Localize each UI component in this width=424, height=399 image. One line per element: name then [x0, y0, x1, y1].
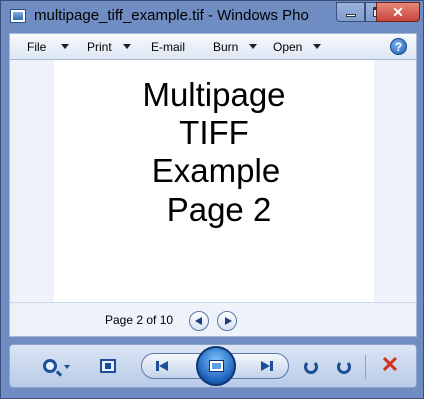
document-line-2: TIFF — [179, 114, 249, 151]
previous-page-button[interactable] — [189, 311, 209, 331]
close-button[interactable]: ✕ — [376, 2, 420, 22]
title-bar[interactable]: multipage_tiff_example.tif - Windows Pho… — [1, 1, 423, 32]
previous-page-icon — [195, 317, 202, 325]
document-line-4: Page 2 — [166, 191, 272, 228]
minimize-button[interactable] — [336, 2, 365, 22]
minimize-icon — [346, 14, 356, 17]
file-menu-arrow-icon[interactable] — [61, 44, 69, 49]
open-menu[interactable]: Open — [273, 40, 302, 56]
zoom-icon[interactable] — [43, 359, 57, 373]
help-icon[interactable]: ? — [390, 38, 407, 55]
file-menu[interactable]: File — [27, 40, 46, 56]
command-bar: File Print E-mail Burn Open ? — [9, 33, 417, 60]
zoom-dropdown-arrow-icon[interactable] — [64, 365, 70, 369]
slideshow-icon — [209, 360, 224, 372]
print-menu[interactable]: Print — [87, 40, 112, 56]
page-indicator: Page 2 of 10 — [105, 313, 174, 327]
toolbar-divider — [365, 355, 366, 379]
delete-icon[interactable]: ✕ — [378, 353, 402, 377]
open-menu-arrow-icon[interactable] — [313, 44, 321, 49]
document-line-3: Example — [151, 152, 281, 189]
page-status-bar: Page 2 of 10 — [9, 302, 417, 337]
photo-viewer-app-icon — [10, 9, 26, 23]
previous-image-icon[interactable] — [156, 361, 168, 371]
actual-size-icon[interactable] — [100, 359, 116, 373]
next-page-button[interactable] — [217, 311, 237, 331]
next-image-icon[interactable] — [261, 361, 273, 371]
rotate-counterclockwise-icon[interactable] — [304, 360, 318, 374]
photo-viewer-window: multipage_tiff_example.tif - Windows Pho… — [0, 0, 424, 399]
print-menu-arrow-icon[interactable] — [123, 44, 131, 49]
email-button[interactable]: E-mail — [151, 40, 185, 56]
document-line-1: Multipage — [142, 76, 286, 113]
rotate-clockwise-icon[interactable] — [337, 360, 351, 374]
playback-toolbar: ✕ — [9, 344, 417, 388]
slideshow-button[interactable] — [196, 346, 236, 386]
document-page: Multipage TIFF Example Page 2 — [54, 60, 374, 302]
window-title: multipage_tiff_example.tif - Windows Pho — [34, 7, 309, 24]
burn-menu[interactable]: Burn — [213, 40, 238, 56]
next-page-icon — [225, 317, 232, 325]
image-viewer: Multipage TIFF Example Page 2 — [9, 60, 417, 302]
burn-menu-arrow-icon[interactable] — [249, 44, 257, 49]
